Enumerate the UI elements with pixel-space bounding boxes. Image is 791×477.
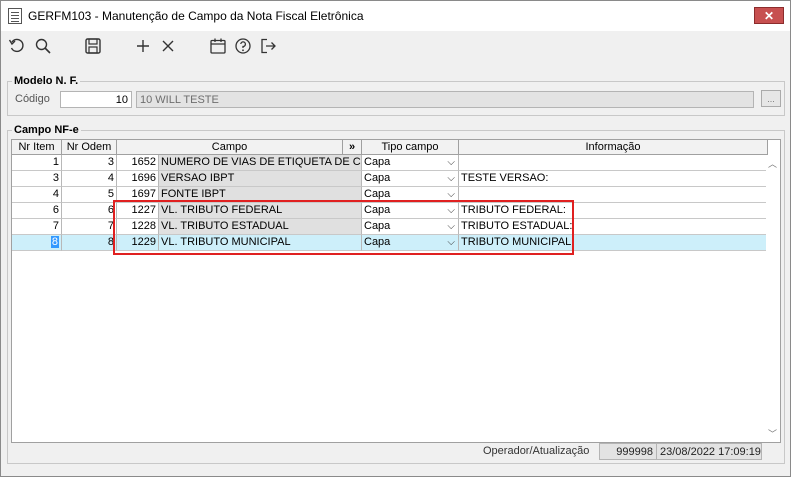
chevron-down-icon[interactable]: ⌵ (447, 155, 455, 170)
nr-ordem-cell: 4 (62, 171, 117, 187)
tipo-campo-value: Capa (364, 156, 391, 168)
modelo-description-field: 10 WILL TESTE (136, 91, 754, 108)
help-icon[interactable] (232, 31, 254, 61)
table-row[interactable]: 1 3 1652 NUMERO DE VIAS DE ETIQUETA DE C… (12, 155, 768, 171)
col-header-nr-ordem[interactable]: Nr Odem (62, 140, 117, 155)
lookup-button[interactable]: ... (761, 90, 781, 107)
toolbar (1, 31, 790, 61)
document-icon (8, 8, 22, 24)
modelo-group-label: Modelo N. F. (12, 75, 81, 87)
operador-field: 999998 (599, 443, 657, 460)
table-row[interactable]: 3 4 1696 VERSAO IBPT Capa ⌵ TESTE VERSAO: (12, 171, 768, 187)
nr-item-cell: 3 (12, 171, 62, 187)
delete-icon[interactable] (157, 31, 179, 61)
nr-ordem-cell: 5 (62, 187, 117, 203)
nr-item-cell[interactable]: 8 (12, 235, 62, 251)
nr-ordem-cell: 3 (62, 155, 117, 171)
add-icon[interactable] (132, 31, 154, 61)
atualizacao-field: 23/08/2022 17:09:19 (656, 443, 762, 460)
vertical-scrollbar[interactable]: ︿ ﹀ (766, 155, 780, 442)
calendar-icon[interactable] (207, 31, 229, 61)
nr-item-cell: 1 (12, 155, 62, 171)
codigo-label: Código (15, 93, 50, 105)
col-header-tipo-campo[interactable]: Tipo campo (362, 140, 459, 155)
undo-icon[interactable] (6, 31, 28, 61)
campo-name-cell: VERSAO IBPT (159, 171, 362, 187)
scroll-up-icon[interactable]: ︿ (768, 157, 777, 170)
col-header-informacao[interactable]: Informação (459, 140, 768, 155)
nr-item-cell: 4 (12, 187, 62, 203)
col-header-expand[interactable]: » (343, 140, 362, 155)
save-icon[interactable] (82, 31, 104, 61)
tipo-campo-value: Capa (364, 172, 391, 184)
campo-code-cell: 1696 (117, 171, 159, 187)
tipo-campo-select[interactable]: Capa ⌵ (362, 155, 459, 171)
exit-icon[interactable] (257, 31, 279, 61)
window-title: GERFM103 - Manutenção de Campo da Nota F… (28, 9, 364, 23)
informacao-cell[interactable]: TESTE VERSAO: (459, 171, 768, 187)
campo-group-label: Campo NF-e (12, 124, 81, 136)
operador-atualizacao-label: Operador/Atualização (483, 445, 590, 457)
title-bar: GERFM103 - Manutenção de Campo da Nota F… (1, 1, 790, 31)
scroll-down-icon[interactable]: ﹀ (768, 427, 777, 440)
nr-item-editing[interactable]: 8 (50, 236, 59, 248)
codigo-input[interactable]: 10 (60, 91, 132, 108)
highlight-annotation-box (113, 200, 574, 255)
campo-code-cell: 1652 (117, 155, 159, 171)
close-button[interactable]: ✕ (754, 7, 784, 24)
informacao-cell[interactable] (459, 155, 768, 171)
nr-ordem-cell: 6 (62, 203, 117, 219)
col-header-campo[interactable]: Campo (117, 140, 343, 155)
tipo-campo-value: Capa (364, 188, 391, 200)
chevron-down-icon[interactable]: ⌵ (447, 171, 455, 186)
search-icon[interactable] (32, 31, 54, 61)
nr-item-cell: 6 (12, 203, 62, 219)
nr-ordem-cell: 7 (62, 219, 117, 235)
tipo-campo-select[interactable]: Capa ⌵ (362, 171, 459, 187)
campo-name-cell: NUMERO DE VIAS DE ETIQUETA DE CONT (159, 155, 362, 171)
nr-item-cell: 7 (12, 219, 62, 235)
col-header-nr-item[interactable]: Nr Item (12, 140, 62, 155)
campo-table: Nr Item Nr Odem Campo » Tipo campo Infor… (11, 139, 781, 443)
nr-ordem-cell: 8 (62, 235, 117, 251)
app-window: GERFM103 - Manutenção de Campo da Nota F… (0, 0, 791, 477)
